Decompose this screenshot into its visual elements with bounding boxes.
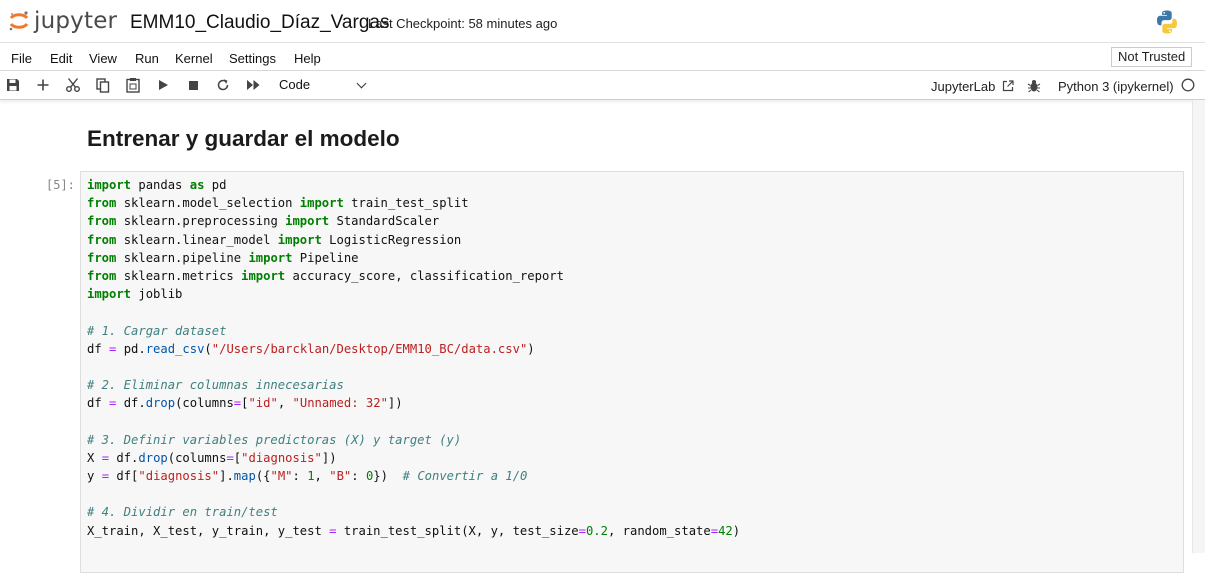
add-cell-icon[interactable] [33, 75, 53, 95]
code-line[interactable]: # 1. Cargar dataset [87, 322, 740, 340]
code-line[interactable]: import pandas as pd [87, 176, 740, 194]
save-icon[interactable] [3, 75, 23, 95]
code-line[interactable]: # 2. Eliminar columnas innecesarias [87, 376, 740, 394]
menu-run[interactable]: Run [135, 51, 159, 66]
code-line[interactable]: y = df["diagnosis"].map({"M": 1, "B": 0}… [87, 467, 740, 485]
kernel-name[interactable]: Python 3 (ipykernel) [1058, 79, 1174, 94]
cell-type-select[interactable]: Code [271, 75, 371, 95]
code-line[interactable]: from sklearn.model_selection import trai… [87, 194, 740, 212]
code-line[interactable]: df = df.drop(columns=["id", "Unnamed: 32… [87, 394, 740, 412]
paste-icon[interactable] [123, 75, 143, 95]
restart-icon[interactable] [213, 75, 233, 95]
kernel-status-idle-icon [1178, 75, 1198, 95]
jupyter-logo[interactable]: jupyter [8, 6, 117, 36]
chevron-down-icon [356, 78, 367, 89]
code-line[interactable]: from sklearn.pipeline import Pipeline [87, 249, 740, 267]
top-header: jupyter EMM10_Claudio_Díaz_Vargas Last C… [0, 0, 1205, 43]
open-jupyterlab-link[interactable]: JupyterLab [931, 79, 1014, 94]
trust-status-button[interactable]: Not Trusted [1111, 47, 1193, 67]
code-line[interactable]: from sklearn.metrics import accuracy_sco… [87, 267, 740, 285]
copy-icon[interactable] [93, 75, 113, 95]
menu-file[interactable]: File [11, 51, 32, 66]
cell-type-label: Code [279, 77, 311, 92]
code-line[interactable]: from sklearn.linear_model import Logisti… [87, 231, 740, 249]
code-line[interactable]: # 4. Dividir en train/test [87, 503, 740, 521]
run-icon[interactable] [153, 75, 173, 95]
code-line[interactable]: X = df.drop(columns=["diagnosis"]) [87, 449, 740, 467]
jupyter-logo-icon [9, 11, 29, 31]
code-line[interactable] [87, 303, 740, 321]
notebook-title[interactable]: EMM10_Claudio_Díaz_Vargas [130, 12, 389, 34]
code-line[interactable]: # 3. Definir variables predictoras (X) y… [87, 431, 740, 449]
menu-help[interactable]: Help [294, 51, 321, 66]
python-icon [1157, 10, 1177, 34]
menu-view[interactable]: View [89, 51, 117, 66]
menu-settings[interactable]: Settings [229, 51, 276, 66]
code-line[interactable] [87, 358, 740, 376]
notebook-toolbar: Code JupyterLab Python 3 (ipykernel) [0, 71, 1205, 100]
markdown-heading: Entrenar y guardar el modelo [87, 126, 400, 151]
menu-edit[interactable]: Edit [50, 51, 72, 66]
run-all-icon[interactable] [243, 75, 263, 95]
menu-kernel[interactable]: Kernel [175, 51, 213, 66]
jupyterlab-label: JupyterLab [931, 79, 996, 94]
code-line[interactable] [87, 485, 740, 503]
code-line[interactable]: df = pd.read_csv("/Users/barcklan/Deskto… [87, 340, 740, 358]
code-editor[interactable]: import pandas as pd from sklearn.model_se… [87, 176, 740, 540]
notebook-scrollbar[interactable] [1192, 100, 1205, 553]
stop-icon[interactable] [183, 75, 203, 95]
code-line[interactable]: import joblib [87, 285, 740, 303]
cell-prompt: [5]: [46, 178, 75, 192]
code-line[interactable]: X_train, X_test, y_train, y_test = train… [87, 522, 740, 540]
code-line[interactable] [87, 412, 740, 430]
external-link-icon [1002, 80, 1014, 92]
menu-bar: File Edit View Run Kernel Settings Help … [0, 43, 1205, 71]
logo-text: jupyter [34, 8, 118, 34]
code-line[interactable]: from sklearn.preprocessing import Standa… [87, 212, 740, 230]
debugger-bug-icon[interactable] [1024, 76, 1044, 96]
checkpoint-status: Last Checkpoint: 58 minutes ago [368, 16, 558, 31]
cut-icon[interactable] [63, 75, 83, 95]
